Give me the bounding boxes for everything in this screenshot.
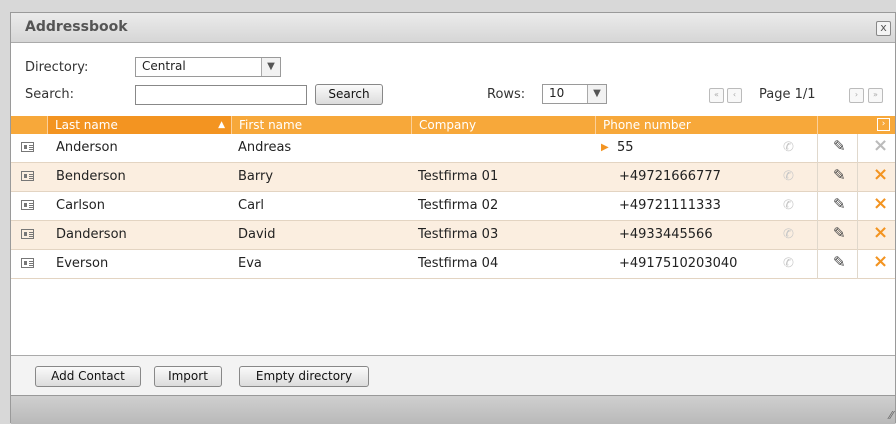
company-cell: Testfirma 04 [418, 256, 499, 271]
search-input[interactable] [135, 85, 307, 105]
chevron-down-icon: ▼ [587, 85, 606, 103]
pencil-icon[interactable]: ✎ [833, 253, 846, 271]
column-divider [817, 250, 818, 279]
column-header-first-name[interactable]: First name [231, 116, 411, 134]
close-icon[interactable]: x [876, 21, 891, 36]
first-name-cell: Barry [238, 169, 274, 184]
directory-select-value: Central [142, 59, 186, 73]
table-row[interactable]: Anderson Andreas ▶ 55 ✆ ✎ × [11, 134, 895, 163]
rows-label: Rows: [487, 87, 526, 102]
phone-cell[interactable]: +49721666777 [619, 163, 721, 192]
column-header-last-name[interactable]: Last name ▲ [47, 116, 231, 134]
first-name-cell: Eva [238, 256, 262, 271]
delete-icon[interactable]: × [873, 251, 888, 272]
page-indicator: Page 1/1 [759, 87, 816, 102]
table-body: Anderson Andreas ▶ 55 ✆ ✎ × Benderson Barry Testf… [11, 134, 895, 279]
selected-arrow-icon: ▶ [601, 142, 609, 153]
delete-icon[interactable]: × [873, 135, 888, 156]
import-button[interactable]: Import [154, 366, 222, 387]
contact-card-icon[interactable] [21, 258, 34, 268]
next-page-icon[interactable]: › [849, 88, 864, 103]
table-row[interactable]: Everson Eva Testfirma 04 +4917510203040 ✆ ✎ × [11, 250, 895, 279]
column-divider [857, 221, 858, 250]
table-row[interactable]: Danderson David Testfirma 03 +4933445566 ✆ ✎ × [11, 221, 895, 250]
search-button[interactable]: Search [315, 84, 383, 105]
delete-icon[interactable]: × [873, 164, 888, 185]
first-name-cell: Carl [238, 198, 264, 213]
pencil-icon[interactable]: ✎ [833, 195, 846, 213]
search-label: Search: [25, 87, 75, 102]
company-cell: Testfirma 03 [418, 227, 499, 242]
pencil-icon[interactable]: ✎ [833, 166, 846, 184]
chevron-down-icon: ▼ [261, 58, 280, 76]
phone-icon[interactable]: ✆ [783, 198, 794, 213]
column-divider [817, 221, 818, 250]
table-row[interactable]: Carlson Carl Testfirma 02 +49721111333 ✆ ✎ × [11, 192, 895, 221]
delete-icon[interactable]: × [873, 193, 888, 214]
last-name-cell: Benderson [56, 169, 126, 184]
directory-row: Directory: Central ▼ [11, 57, 895, 81]
contact-card-icon[interactable] [21, 200, 34, 210]
pencil-icon[interactable]: ✎ [833, 224, 846, 242]
rows-select[interactable]: 10 ▼ [542, 84, 607, 104]
status-bar: ⁄⁄ [11, 395, 895, 424]
column-divider [817, 192, 818, 221]
company-cell: Testfirma 01 [418, 169, 499, 184]
addressbook-window: Addressbook x Directory: Central ▼ Searc… [10, 12, 896, 424]
delete-icon[interactable]: × [873, 222, 888, 243]
phone-cell[interactable]: 55 [617, 134, 634, 163]
company-cell: Testfirma 02 [418, 198, 499, 213]
column-header-phone[interactable]: Phone number [595, 116, 817, 134]
contact-card-icon[interactable] [21, 229, 34, 239]
add-contact-button[interactable]: Add Contact [35, 366, 141, 387]
phone-icon[interactable]: ✆ [783, 256, 794, 271]
column-divider [857, 163, 858, 192]
title-bar[interactable]: Addressbook x [11, 13, 895, 43]
last-name-cell: Anderson [56, 140, 118, 155]
directory-select[interactable]: Central ▼ [135, 57, 281, 77]
last-name-cell: Everson [56, 256, 109, 271]
column-divider [857, 192, 858, 221]
pencil-icon[interactable]: ✎ [833, 137, 846, 155]
phone-icon[interactable]: ✆ [783, 227, 794, 242]
sort-ascending-icon: ▲ [218, 120, 225, 130]
footer-toolbar: Add Contact Import Empty directory [11, 355, 895, 395]
rows-select-value: 10 [549, 86, 565, 100]
column-divider [857, 250, 858, 279]
column-divider [817, 163, 818, 192]
directory-label: Directory: [25, 60, 89, 75]
contact-card-icon[interactable] [21, 171, 34, 181]
column-header-label: Last name [55, 118, 118, 132]
prev-page-icon[interactable]: ‹ [727, 88, 742, 103]
table-header: Last name ▲ First name Company Phone num… [11, 116, 895, 134]
last-name-cell: Danderson [56, 227, 127, 242]
window-title: Addressbook [25, 19, 128, 35]
first-name-cell: Andreas [238, 140, 292, 155]
column-divider [857, 134, 858, 163]
phone-cell[interactable]: +4917510203040 [619, 250, 737, 279]
contact-card-icon[interactable] [21, 142, 34, 152]
last-page-icon[interactable]: » [868, 88, 883, 103]
column-divider [817, 134, 818, 163]
expand-columns-icon[interactable]: › [877, 118, 890, 131]
phone-cell[interactable]: +49721111333 [619, 192, 721, 221]
column-header-company[interactable]: Company [411, 116, 595, 134]
phone-icon[interactable]: ✆ [783, 140, 794, 155]
phone-cell[interactable]: +4933445566 [619, 221, 713, 250]
search-row: Search: Search Rows: 10 ▼ « ‹ Page 1/1 ›… [11, 83, 895, 107]
first-page-icon[interactable]: « [709, 88, 724, 103]
first-name-cell: David [238, 227, 276, 242]
empty-directory-button[interactable]: Empty directory [239, 366, 369, 387]
resize-grip-icon[interactable]: ⁄⁄ [889, 409, 893, 422]
last-name-cell: Carlson [56, 198, 105, 213]
phone-icon[interactable]: ✆ [783, 169, 794, 184]
table-row[interactable]: Benderson Barry Testfirma 01 +49721666777 ✆ ✎… [11, 163, 895, 192]
